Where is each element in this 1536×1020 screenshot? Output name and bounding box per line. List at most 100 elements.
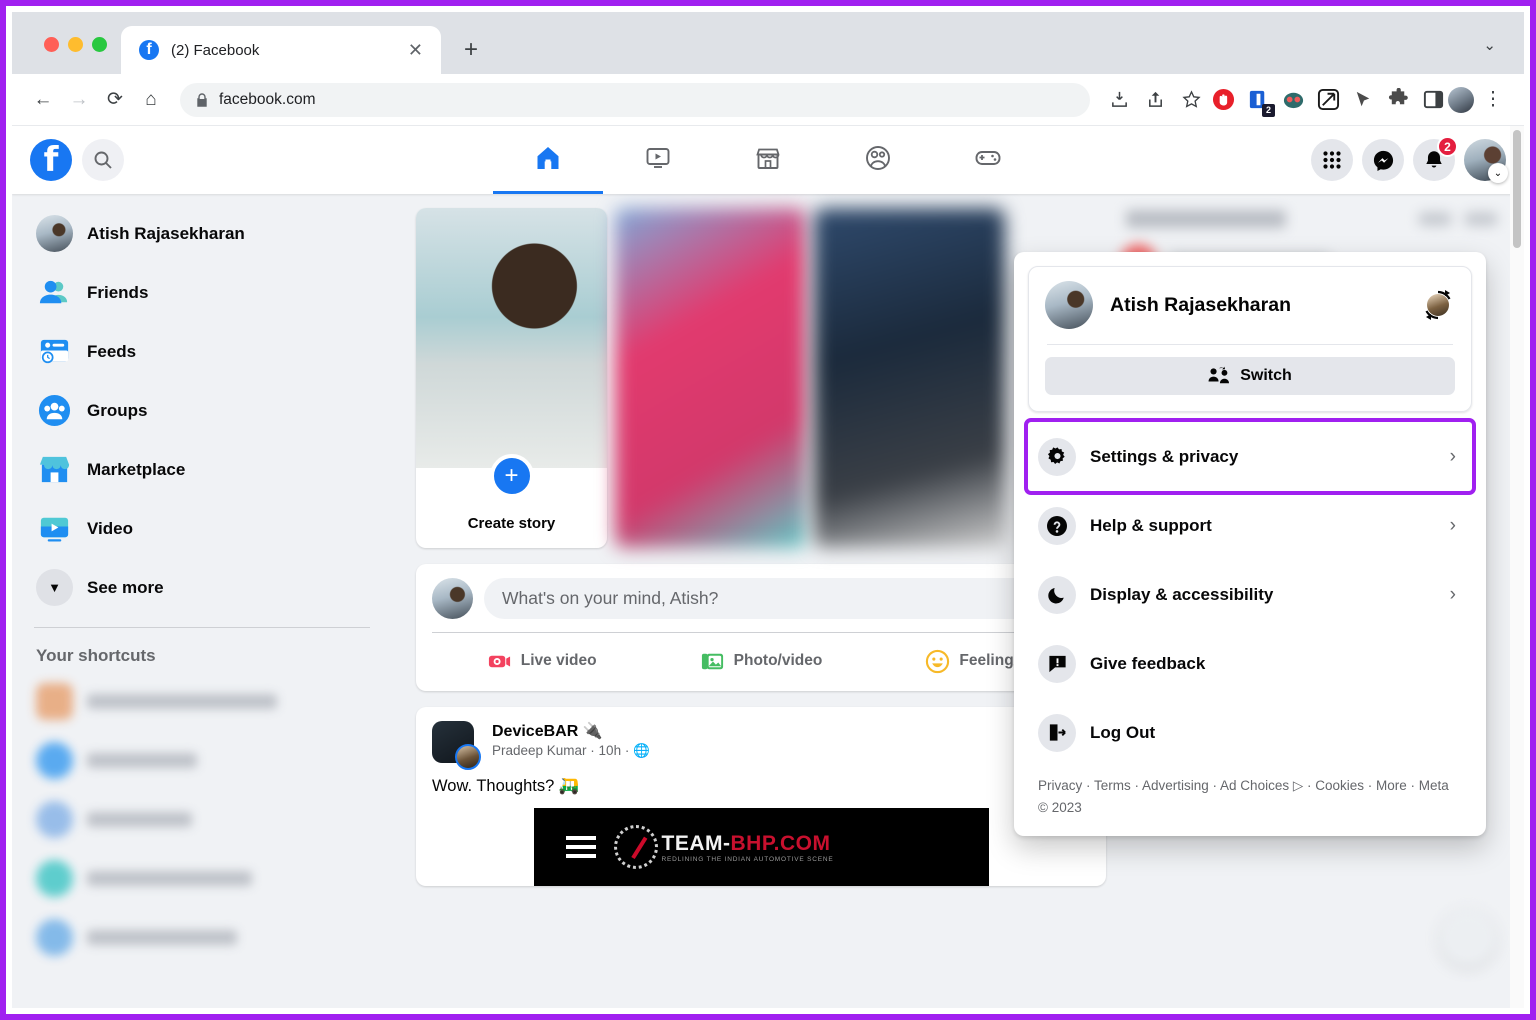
search-icon[interactable] — [82, 139, 124, 181]
live-video-label: Live video — [520, 652, 597, 669]
browser-toolbar: ← → ⟳ ⌂ facebook.com 2 ⋮ — [12, 74, 1524, 126]
post-text: Wow. Thoughts? 🛺 — [432, 777, 580, 795]
post-page-name[interactable]: DeviceBAR 🔌 — [492, 721, 1024, 741]
browser-profile-avatar[interactable] — [1448, 86, 1474, 113]
forward-button[interactable]: → — [62, 83, 96, 117]
tab-manager-extension-icon[interactable]: 2 — [1245, 87, 1275, 117]
composer-input[interactable]: What's on your mind, Atish? — [484, 578, 1090, 619]
floating-action-button[interactable] — [1440, 910, 1496, 966]
sidebar-item-friends[interactable]: Friends — [26, 263, 378, 322]
menu-item-label: Log Out — [1090, 722, 1156, 742]
messenger-button[interactable] — [1362, 139, 1404, 181]
close-window-button[interactable] — [44, 37, 59, 52]
composer-divider — [432, 632, 1090, 633]
avatar — [1045, 281, 1093, 329]
hamburger-icon[interactable] — [565, 836, 596, 858]
bookmark-star-icon[interactable] — [1174, 83, 1208, 117]
browser-menu-button[interactable]: ⋮ — [1476, 83, 1510, 117]
puzzle-extensions-icon[interactable] — [1385, 87, 1411, 113]
shortcut-item[interactable] — [26, 731, 378, 790]
author-avatar[interactable] — [455, 744, 481, 770]
help-icon — [1038, 506, 1076, 545]
right-column-action[interactable] — [1464, 212, 1498, 226]
home-button[interactable]: ⌂ — [134, 83, 168, 117]
create-story-card[interactable]: + Create story — [416, 208, 607, 548]
menu-grid-button[interactable] — [1311, 139, 1353, 181]
menu-item-log-out[interactable]: Log Out — [1028, 698, 1472, 767]
nav-tab-groups[interactable] — [823, 126, 933, 194]
sidebar-item-video[interactable]: Video — [26, 499, 378, 558]
minimize-window-button[interactable] — [68, 37, 83, 52]
shortcut-avatar — [36, 860, 73, 897]
chevron-down-icon[interactable]: ⌄ — [1483, 36, 1524, 74]
shortcut-item[interactable] — [26, 672, 378, 731]
shortcut-label — [87, 812, 192, 827]
switch-account-icon[interactable] — [1421, 288, 1455, 322]
maximize-window-button[interactable] — [92, 37, 107, 52]
live-video-icon — [487, 649, 512, 674]
dropdown-footer-links[interactable]: Privacy · Terms · Advertising · Ad Choic… — [1028, 767, 1472, 826]
shortcuts-heading: Your shortcuts — [36, 646, 156, 665]
live-video-button[interactable]: Live video — [432, 637, 651, 685]
send-extension-icon[interactable] — [1315, 87, 1341, 113]
story-thumbnail — [416, 208, 607, 468]
sidebar-item-feeds[interactable]: Feeds — [26, 322, 378, 381]
shortcut-item[interactable] — [26, 908, 378, 967]
browser-tab[interactable]: f (2) Facebook ✕ — [121, 26, 441, 74]
menu-item-help-support[interactable]: Help & support › — [1028, 491, 1472, 560]
switch-account-button[interactable]: Switch — [1045, 357, 1455, 395]
create-story-label: Create story — [467, 515, 556, 532]
menu-item-display-accessibility[interactable]: Display & accessibility › — [1028, 560, 1472, 629]
adblock-extension-icon[interactable] — [1210, 87, 1236, 113]
shortcut-label — [87, 753, 197, 768]
groups-icon — [36, 392, 73, 429]
back-button[interactable]: ← — [26, 83, 60, 117]
post-avatar-group — [432, 721, 481, 770]
nav-tab-gaming[interactable] — [933, 126, 1043, 194]
story-card[interactable] — [814, 208, 1005, 548]
avatar-extension-icon[interactable] — [1280, 87, 1306, 113]
cursor-extension-icon[interactable] — [1350, 87, 1376, 113]
account-menu-button[interactable]: ⌄ — [1464, 139, 1508, 183]
logout-icon — [1038, 713, 1076, 752]
sidebar-item-profile[interactable]: Atish Rajasekharan — [26, 204, 378, 263]
extension-icons: 2 — [1210, 87, 1446, 117]
scrollbar-thumb[interactable] — [1513, 130, 1521, 248]
post-attachment-banner[interactable]: TEAM-BHP.COM REDLINING THE INDIAN AUTOMO… — [533, 808, 989, 886]
nav-tab-marketplace[interactable] — [713, 126, 823, 194]
share-icon[interactable] — [1138, 83, 1172, 117]
header-left: f — [12, 139, 124, 181]
photo-video-icon — [700, 649, 725, 674]
close-tab-button[interactable]: ✕ — [402, 40, 429, 61]
shortcut-item[interactable] — [26, 849, 378, 908]
composer-actions: Live video Photo/video Feeling/ac — [432, 637, 1090, 685]
shortcut-avatar — [36, 683, 73, 720]
team-bhp-logo: TEAM-BHP.COM REDLINING THE INDIAN AUTOMO… — [613, 825, 834, 869]
profile-card[interactable]: Atish Rajasekharan Switch — [1028, 266, 1472, 412]
tab-strip: f (2) Facebook ✕ + ⌄ — [12, 12, 1524, 74]
facebook-icon: f — [139, 40, 159, 60]
post-header: DeviceBAR 🔌 Pradeep Kumar · 10h · 🌐 ••• … — [416, 721, 1106, 770]
sidebar-item-see-more[interactable]: ▼ See more — [26, 558, 378, 617]
reload-button[interactable]: ⟳ — [98, 83, 132, 117]
browser-window: f (2) Facebook ✕ + ⌄ ← → ⟳ ⌂ facebook.co… — [0, 0, 1536, 1020]
right-column-action[interactable] — [1418, 212, 1452, 226]
page-scrollbar[interactable] — [1510, 126, 1524, 1008]
menu-item-give-feedback[interactable]: Give feedback — [1028, 629, 1472, 698]
sidebar-item-marketplace[interactable]: Marketplace — [26, 440, 378, 499]
address-bar[interactable]: facebook.com — [180, 82, 1090, 117]
story-card[interactable] — [615, 208, 806, 548]
photo-video-button[interactable]: Photo/video — [651, 637, 870, 685]
download-icon[interactable] — [1102, 83, 1136, 117]
sidebar-item-groups[interactable]: Groups — [26, 381, 378, 440]
new-tab-button[interactable]: + — [451, 30, 491, 70]
menu-item-settings-privacy[interactable]: Settings & privacy › — [1024, 418, 1476, 495]
nav-tab-video[interactable] — [603, 126, 713, 194]
facebook-logo[interactable]: f — [30, 139, 72, 181]
shortcut-item[interactable] — [26, 790, 378, 849]
nav-tab-home[interactable] — [493, 126, 603, 194]
sidebar-item-label: Friends — [87, 282, 149, 302]
brand-accent-text: BHP.COM — [730, 831, 831, 855]
notifications-button[interactable]: 2 — [1413, 136, 1458, 181]
side-panel-icon[interactable] — [1420, 87, 1446, 113]
